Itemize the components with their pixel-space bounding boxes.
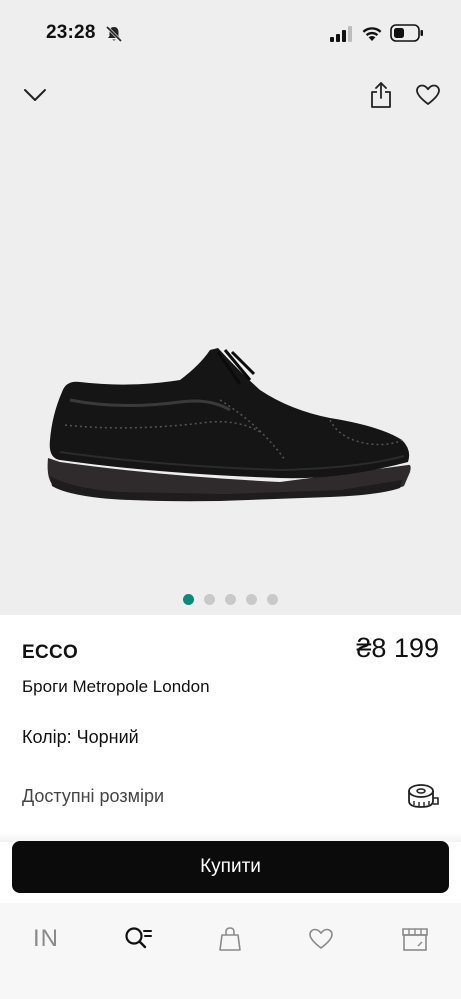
shopping-bag-icon: [219, 927, 241, 951]
gallery-dot[interactable]: [267, 594, 278, 605]
product-price: ₴8 199: [356, 633, 439, 663]
tab-search[interactable]: [108, 919, 168, 959]
status-bar: 23:28: [0, 0, 461, 60]
available-sizes-label: Доступні розміри: [22, 786, 165, 806]
store-icon: [402, 928, 428, 951]
buy-button[interactable]: Купити: [12, 841, 449, 893]
color-label: Колір:: [22, 727, 72, 747]
share-button[interactable]: [366, 80, 396, 110]
bell-off-icon: [105, 25, 123, 43]
product-gallery[interactable]: 23:28: [0, 0, 461, 615]
size-guide-tape-icon[interactable]: [406, 780, 440, 814]
chevron-down-icon: [24, 89, 46, 101]
battery-icon: [390, 24, 423, 42]
tab-stores[interactable]: [385, 919, 445, 959]
product-color: Колір: Чорний: [22, 727, 139, 748]
gallery-pagination[interactable]: [0, 594, 461, 605]
product-name: Броги Metropole London: [22, 677, 210, 696]
heart-icon: [309, 928, 333, 949]
tab-favorites[interactable]: [291, 919, 351, 959]
product-brand: ECCO: [22, 642, 79, 663]
tab-bag[interactable]: [200, 919, 260, 959]
add-to-favorites-button[interactable]: [413, 80, 443, 110]
wifi-icon: [362, 27, 382, 41]
available-sizes-row[interactable]: Доступні розміри: [0, 770, 461, 822]
cellular-signal-icon: [330, 26, 352, 42]
share-icon: [371, 82, 391, 108]
product-photo-shoe: [47, 348, 411, 502]
gallery-dot[interactable]: [204, 594, 215, 605]
gallery-dot-active[interactable]: [183, 594, 194, 605]
search-icon: [125, 927, 152, 949]
close-sheet-button[interactable]: [20, 80, 50, 110]
tab-home[interactable]: IN: [16, 919, 76, 959]
color-value: Чорний: [76, 727, 139, 747]
bottom-tab-bar: IN: [0, 903, 461, 999]
gallery-dot[interactable]: [225, 594, 236, 605]
gallery-dot[interactable]: [246, 594, 257, 605]
heart-icon: [416, 84, 440, 105]
status-time: 23:28: [46, 22, 96, 43]
